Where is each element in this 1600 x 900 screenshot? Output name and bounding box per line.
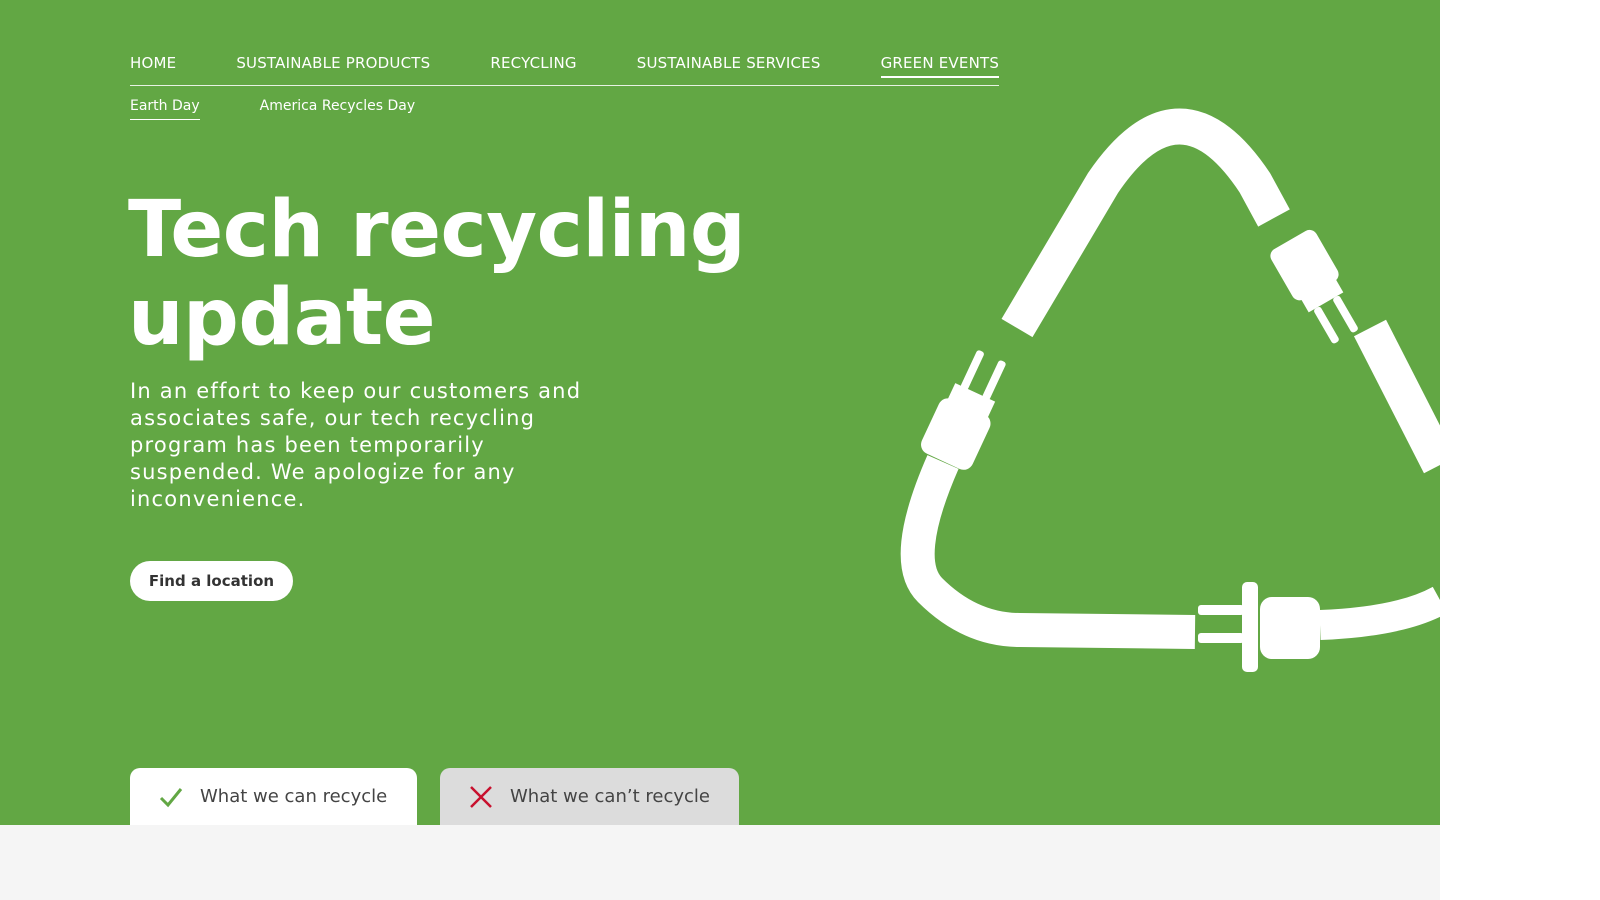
page-title: Tech recycling update bbox=[128, 186, 828, 362]
tab-what-we-cant-recycle[interactable]: What we can’t recycle bbox=[440, 768, 739, 825]
subnav-item-america-recycles-day[interactable]: America Recycles Day bbox=[260, 96, 415, 120]
tab-what-we-can-recycle[interactable]: What we can recycle bbox=[130, 768, 417, 825]
hero-description: In an effort to keep our customers and a… bbox=[130, 379, 582, 511]
nav-item-recycling[interactable]: RECYCLING bbox=[490, 52, 576, 78]
recycle-plugs-icon bbox=[900, 108, 1440, 672]
page: HOME SUSTAINABLE PRODUCTS RECYCLING SUST… bbox=[0, 0, 1600, 900]
nav-item-sustainable-products[interactable]: SUSTAINABLE PRODUCTS bbox=[236, 52, 430, 78]
tab-label: What we can recycle bbox=[200, 786, 388, 807]
check-icon bbox=[159, 787, 183, 807]
page-title-line-2: update bbox=[128, 273, 436, 363]
find-location-button[interactable]: Find a location bbox=[130, 561, 293, 601]
nav-item-green-events[interactable]: GREEN EVENTS bbox=[880, 52, 1000, 78]
tab-label: What we can’t recycle bbox=[510, 786, 710, 807]
nav-item-home[interactable]: HOME bbox=[130, 52, 176, 78]
hero-section: HOME SUSTAINABLE PRODUCTS RECYCLING SUST… bbox=[0, 0, 1440, 825]
tab-content-area bbox=[0, 825, 1440, 900]
subnav-item-earth-day[interactable]: Earth Day bbox=[130, 96, 200, 120]
secondary-nav: Earth Day America Recycles Day bbox=[130, 96, 475, 120]
nav-item-sustainable-services[interactable]: SUSTAINABLE SERVICES bbox=[637, 52, 821, 78]
x-icon bbox=[470, 785, 492, 808]
page-title-line-1: Tech recycling bbox=[128, 185, 746, 275]
primary-nav: HOME SUSTAINABLE PRODUCTS RECYCLING SUST… bbox=[130, 52, 1000, 86]
